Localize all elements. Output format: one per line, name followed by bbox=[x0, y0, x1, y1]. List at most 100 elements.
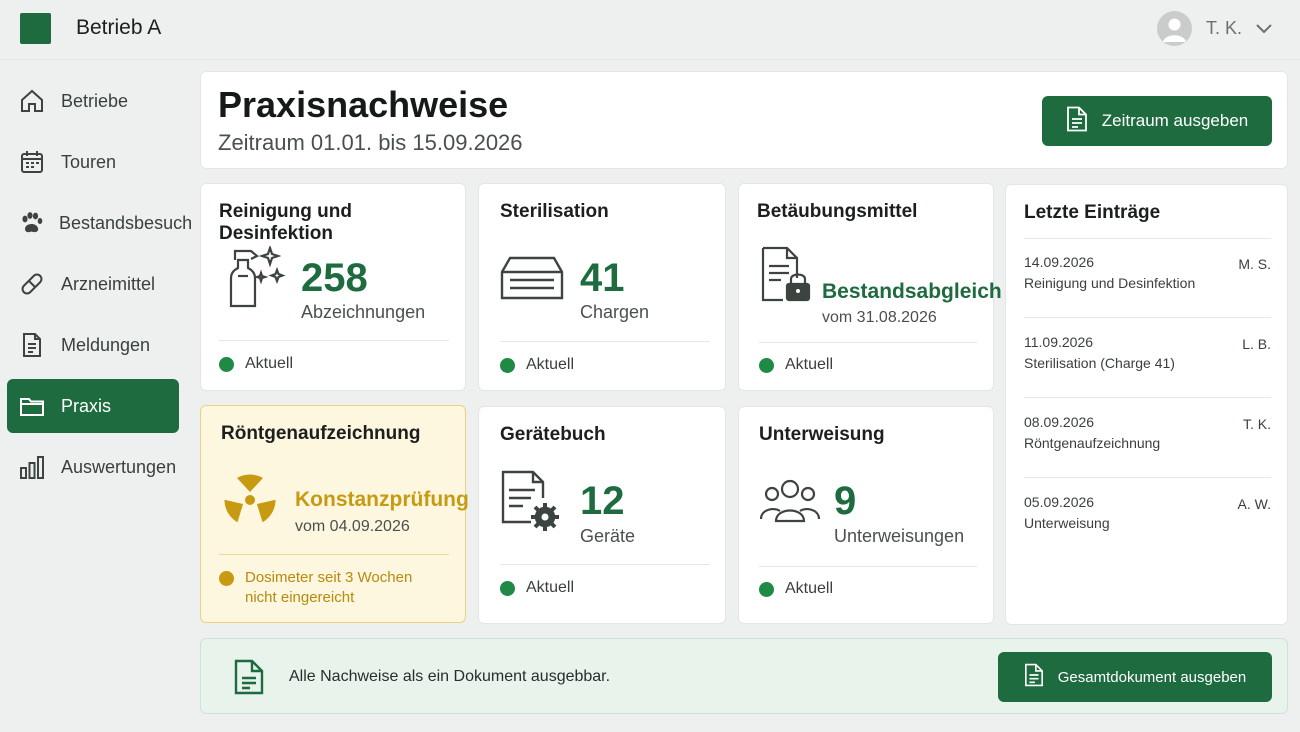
recent-entries-panel: Letzte Einträge 14.09.2026 Reinigung und… bbox=[1005, 184, 1288, 625]
card-title: Gerätebuch bbox=[500, 424, 606, 445]
entry-initials: T. K. bbox=[1242, 416, 1271, 432]
entry-date: 14.09.2026 bbox=[1024, 254, 1095, 270]
warning-text-line1: Dosimeter seit 3 Wochen bbox=[245, 569, 413, 586]
document-icon bbox=[18, 331, 46, 359]
card-roentgen[interactable]: Röntgenaufzeichnung Konstanzprüfung vom … bbox=[200, 405, 469, 623]
divider bbox=[219, 340, 449, 341]
sidebar-item-label: Touren bbox=[61, 151, 117, 172]
divider bbox=[1024, 397, 1271, 398]
page-subtitle: Zeitraum 01.01. bis 15.09.2026 bbox=[218, 130, 523, 155]
user-menu[interactable]: T. K. bbox=[1156, 11, 1272, 46]
warning-badge: Dosimeter seit 3 Wochen nicht eingereich… bbox=[219, 568, 412, 608]
export-all-button[interactable]: Gesamtdokument ausgeben bbox=[998, 652, 1272, 702]
locked-document-icon bbox=[761, 246, 813, 309]
sidebar-item-label: Arzneimittel bbox=[61, 273, 156, 294]
card-title: Unterweisung bbox=[759, 424, 885, 445]
folder-icon bbox=[18, 392, 46, 420]
card-betaeubungsmittel[interactable]: Betäubungsmittel Bestandsabgleich vom 31… bbox=[738, 183, 1002, 391]
bar-chart-icon bbox=[18, 453, 46, 481]
divider bbox=[759, 342, 977, 343]
status-text: Aktuell bbox=[785, 580, 834, 597]
entry-date: 11.09.2026 bbox=[1024, 334, 1094, 350]
top-bar: Betrieb A T. K. bbox=[0, 0, 1300, 60]
status-badge: Aktuell bbox=[759, 580, 833, 598]
list-item[interactable]: 14.09.2026 Reinigung und Desinfektion M.… bbox=[1024, 254, 1271, 291]
recent-title: Letzte Einträge bbox=[1024, 202, 1161, 223]
card-title: Betäubungsmittel bbox=[757, 201, 918, 222]
card-geraetebuch[interactable]: Gerätebuch 12 Geräte Aktuell bbox=[478, 406, 726, 624]
radiation-icon bbox=[221, 472, 279, 533]
card-value: 12 bbox=[580, 479, 625, 523]
warning-dot bbox=[219, 571, 234, 586]
card-value: Konstanzprüfung bbox=[295, 488, 469, 511]
home-icon bbox=[18, 87, 46, 115]
card-value: 258 bbox=[301, 256, 368, 300]
calendar-icon bbox=[18, 148, 46, 176]
divider bbox=[759, 566, 977, 567]
status-dot bbox=[759, 581, 774, 597]
card-title: Reinigung und Desinfektion bbox=[219, 201, 352, 244]
sidebar-item-meldungen[interactable]: Meldungen bbox=[7, 318, 179, 372]
sidebar-item-label: Meldungen bbox=[61, 334, 151, 355]
status-text: Aktuell bbox=[526, 356, 575, 373]
sidebar-item-bestandsbesuch[interactable]: Bestandsbesuch bbox=[7, 196, 192, 250]
card-unit: Abzeichnungen bbox=[301, 302, 426, 322]
divider bbox=[1024, 238, 1271, 239]
status-dot bbox=[219, 356, 234, 372]
status-dot bbox=[759, 357, 774, 373]
entry-date: 05.09.2026 bbox=[1024, 494, 1095, 510]
entry-label: Röntgenaufzeichnung bbox=[1024, 435, 1161, 451]
list-item[interactable]: 11.09.2026 Sterilisation (Charge 41) L. … bbox=[1024, 334, 1271, 371]
device-log-icon bbox=[501, 470, 563, 541]
entry-initials: M. S. bbox=[1238, 256, 1271, 272]
status-text: Aktuell bbox=[526, 579, 575, 596]
entry-date: 08.09.2026 bbox=[1024, 414, 1095, 430]
list-item[interactable]: 05.09.2026 Unterweisung A. W. bbox=[1024, 494, 1271, 531]
card-sterilisation[interactable]: Sterilisation 41 Chargen Aktuell bbox=[478, 183, 726, 391]
user-name: T. K. bbox=[1205, 18, 1242, 38]
list-item[interactable]: 08.09.2026 Röntgenaufzeichnung T. K. bbox=[1024, 414, 1271, 451]
card-unit: Geräte bbox=[580, 526, 636, 546]
entry-label: Sterilisation (Charge 41) bbox=[1024, 355, 1175, 371]
divider bbox=[500, 564, 710, 565]
sidebar: Betriebe Touren Bestandsbesuch Arzneimit… bbox=[0, 60, 192, 732]
status-dot bbox=[500, 357, 515, 373]
chevron-down-icon[interactable] bbox=[1256, 23, 1272, 34]
sidebar-item-touren[interactable]: Touren bbox=[7, 135, 179, 189]
spray-bottle-icon bbox=[221, 244, 289, 315]
export-all-label: Gesamtdokument ausgeben bbox=[1057, 668, 1247, 686]
status-badge: Aktuell bbox=[500, 356, 574, 374]
status-text: Aktuell bbox=[245, 355, 294, 372]
status-badge: Aktuell bbox=[219, 355, 293, 373]
page-title: Praxisnachweise bbox=[218, 84, 509, 125]
org-name: Betrieb A bbox=[76, 16, 162, 39]
entry-label: Reinigung und Desinfektion bbox=[1024, 275, 1196, 291]
logo[interactable] bbox=[20, 13, 51, 44]
avatar-icon[interactable] bbox=[1156, 11, 1192, 46]
people-group-icon bbox=[759, 477, 821, 528]
card-reinigung[interactable]: Reinigung und Desinfektion 258 Abzeichnu… bbox=[200, 183, 466, 391]
sidebar-item-praxis[interactable]: Praxis bbox=[7, 379, 179, 433]
sidebar-item-betriebe[interactable]: Betriebe bbox=[7, 74, 179, 128]
card-unterweisung[interactable]: Unterweisung 9 Unterweisungen Aktuell bbox=[738, 406, 994, 624]
export-range-button[interactable]: Zeitraum ausgeben bbox=[1042, 96, 1272, 146]
sidebar-item-arzneimittel[interactable]: Arzneimittel bbox=[7, 257, 179, 311]
sidebar-item-auswertungen[interactable]: Auswertungen bbox=[7, 440, 179, 494]
status-badge: Aktuell bbox=[759, 356, 833, 374]
sterilizer-tray-icon bbox=[500, 254, 564, 307]
sidebar-item-label: Betriebe bbox=[61, 90, 129, 111]
entry-initials: A. W. bbox=[1237, 496, 1271, 512]
card-unit: Chargen bbox=[580, 302, 650, 322]
entry-initials: L. B. bbox=[1242, 336, 1271, 352]
card-value: Bestandsabgleich bbox=[822, 280, 1002, 303]
divider bbox=[219, 554, 449, 555]
card-unit: vom 31.08.2026 bbox=[822, 309, 937, 326]
divider bbox=[1024, 317, 1271, 318]
entry-label: Unterweisung bbox=[1024, 515, 1110, 531]
card-unit: vom 04.09.2026 bbox=[295, 518, 410, 535]
pill-icon bbox=[18, 270, 46, 298]
export-range-label: Zeitraum ausgeben bbox=[1101, 111, 1249, 130]
sidebar-item-label: Praxis bbox=[61, 395, 112, 416]
status-dot bbox=[500, 580, 515, 596]
document-icon bbox=[1024, 663, 1044, 691]
